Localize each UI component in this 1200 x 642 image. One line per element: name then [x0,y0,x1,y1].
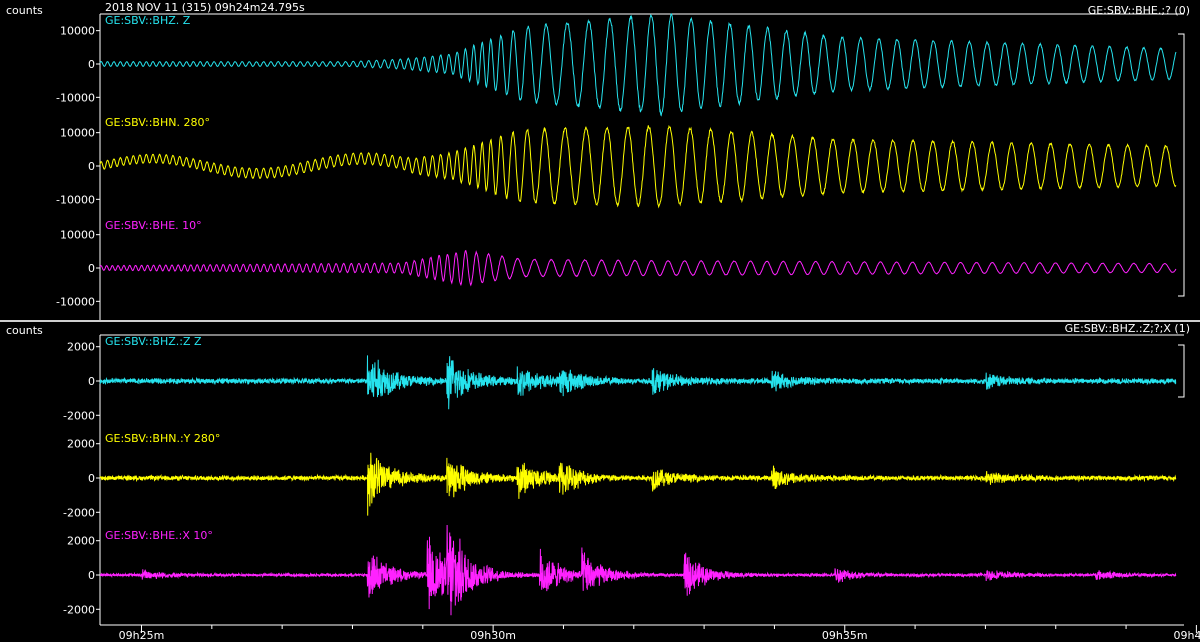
y-tick-label: 10000 [60,229,95,242]
y-tick-label: -2000 [63,603,95,616]
panel-2: counts GE:SBV::BHZ.:Z;?;X (1) GE:SBV::BH… [6,322,1190,625]
y-tick-label: 0 [88,375,95,388]
time-axis-ticks: 09h25m 09h30m 09h35m 09h40m [119,625,1200,642]
y-tick-label: 0 [88,262,95,275]
panel-2-traces [99,355,1177,616]
trace-line [99,452,1177,516]
trace-label-bhn-rotated: GE:SBV::BHN.:Y 280° [105,432,220,445]
y-tick-label: 0 [88,569,95,582]
y-tick-label: -2000 [63,409,95,422]
panel-1: counts 2018 NOV 11 (315) 09h24m24.795s G… [6,1,1190,320]
panel-1-amplitude-bracket [1178,33,1185,297]
time-tick-label: 09h40m [1174,629,1200,642]
amplitude-bracket [1178,344,1185,398]
trace-label-bhn: GE:SBV::BHN. 280° [105,116,210,129]
panel-1-header-right: GE:SBV::BHE.;? (0) [1088,4,1190,17]
panel-1-traces [99,13,1177,287]
trace-line [99,124,1177,209]
panel-2-units-label: counts [6,324,43,337]
seismogram-display: counts 2018 NOV 11 (315) 09h24m24.795s G… [0,1,1200,642]
panel-1-units-label: counts [6,4,43,17]
y-tick-label: 2000 [67,341,95,354]
y-tick-label: 2000 [67,438,95,451]
time-axis: 09h25m 09h30m 09h35m 09h40m [100,624,1200,642]
trace-line [99,249,1177,287]
y-tick-label: -10000 [56,91,95,104]
panel-1-y-ticks: 10000 0 -10000 10000 0 -10000 10000 0 -10000 [56,25,100,308]
time-tick-label: 09h35m [822,629,868,642]
time-tick-label: 09h30m [470,629,516,642]
panel-2-header-right: GE:SBV::BHZ.:Z;?;X (1) [1065,322,1190,335]
trace-line [99,524,1177,616]
y-tick-label: 10000 [60,25,95,38]
y-tick-label: -2000 [63,506,95,519]
panel-2-y-ticks: 2000 0 -2000 2000 0 -2000 2000 0 -2000 [63,341,100,616]
trace-label-bhe-rotated: GE:SBV::BHE.:X 10° [105,529,213,542]
trace-line [99,355,1177,410]
y-tick-label: 2000 [67,535,95,548]
y-tick-label: 10000 [60,127,95,140]
trace-line [99,13,1177,117]
panel-1-start-time: 2018 NOV 11 (315) 09h24m24.795s [105,1,305,14]
y-tick-label: 0 [88,160,95,173]
y-tick-label: -10000 [56,193,95,206]
time-tick-label: 09h25m [119,629,165,642]
amplitude-bracket [1178,33,1185,297]
y-tick-label: -10000 [56,295,95,308]
panel-2-amplitude-bracket [1178,344,1185,398]
y-tick-label: 0 [88,472,95,485]
y-tick-label: 0 [88,58,95,71]
trace-label-bhz: GE:SBV::BHZ. Z [105,14,191,27]
trace-label-bhz-rotated: GE:SBV::BHZ.:Z Z [105,335,202,348]
trace-label-bhe: GE:SBV::BHE. 10° [105,219,202,232]
